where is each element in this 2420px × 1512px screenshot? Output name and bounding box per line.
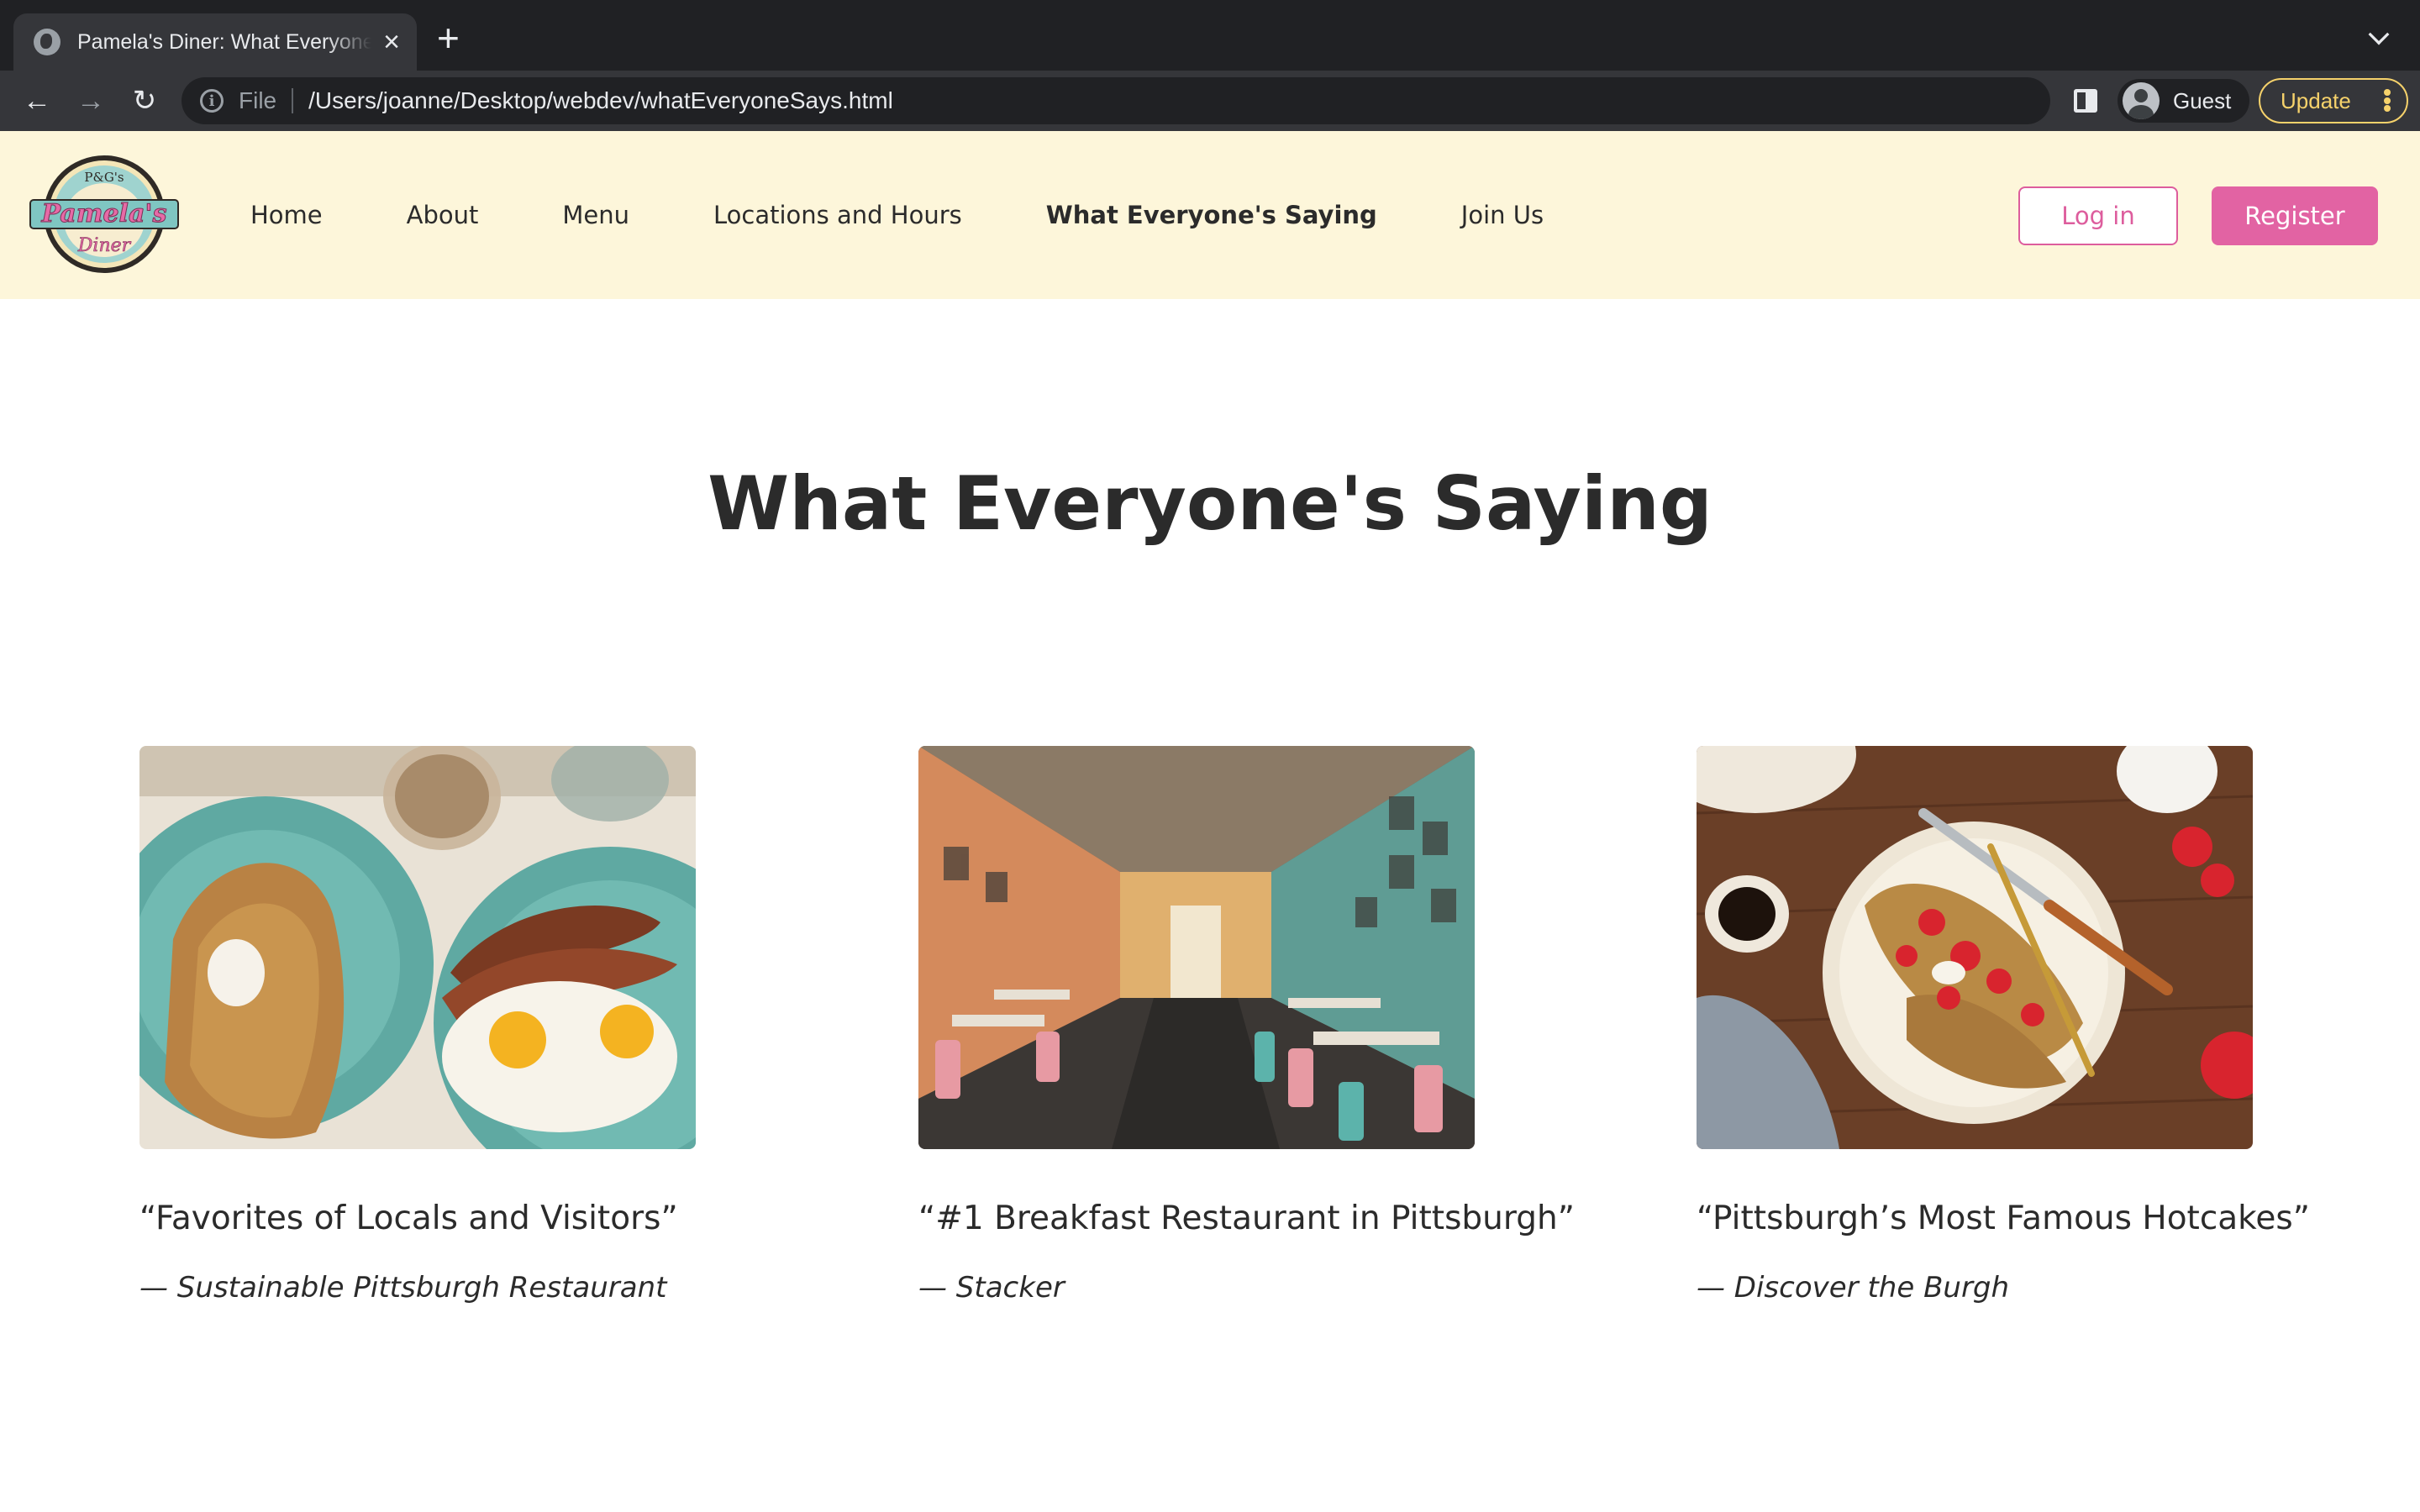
- testimonial-source: — Sustainable Pittsburgh Restaurant: [139, 1271, 667, 1305]
- browser-tab-strip: Pamela's Diner: What Everyone's Saying ×…: [0, 0, 2420, 71]
- tab-title: Pamela's Diner: What Everyone's Saying: [77, 29, 371, 54]
- testimonial-quote: “Pittsburgh’s Most Famous Hotcakes”: [1697, 1200, 2310, 1237]
- nav-join-us[interactable]: Join Us: [1461, 201, 1544, 229]
- testimonial-card: “Favorites of Locals and Visitors” — Sus…: [139, 746, 778, 1305]
- nav-about[interactable]: About: [407, 201, 479, 229]
- browser-tab[interactable]: Pamela's Diner: What Everyone's Saying ×: [13, 13, 417, 71]
- testimonial-quote: “#1 Breakfast Restaurant in Pittsburgh”: [918, 1200, 1575, 1237]
- close-tab-icon[interactable]: ×: [383, 28, 400, 56]
- diner-logo[interactable]: P&G's Pamela's Diner: [29, 153, 180, 276]
- site-header: P&G's Pamela's Diner Home About Menu Loc…: [0, 131, 2420, 299]
- login-button[interactable]: Log in: [2018, 186, 2178, 245]
- browser-toolbar: ← → ↻ i File /Users/joanne/Desktop/webde…: [0, 71, 2420, 131]
- logo-name-text: Pamela's: [41, 199, 167, 228]
- nav-locations-and-hours[interactable]: Locations and Hours: [713, 201, 962, 229]
- photo-diner-interior: [918, 746, 1475, 1149]
- globe-icon: [34, 29, 60, 55]
- side-panel-icon[interactable]: [2074, 89, 2097, 113]
- testimonial-card: “#1 Breakfast Restaurant in Pittsburgh” …: [918, 746, 1575, 1305]
- logo-top-text: P&G's: [84, 170, 124, 185]
- back-button[interactable]: ←: [18, 82, 55, 119]
- main-nav: Home About Menu Locations and Hours What…: [250, 131, 1628, 299]
- address-bar[interactable]: i File /Users/joanne/Desktop/webdev/what…: [182, 77, 2050, 124]
- forward-button[interactable]: →: [72, 82, 109, 119]
- nav-menu[interactable]: Menu: [562, 201, 629, 229]
- nav-home[interactable]: Home: [250, 201, 323, 229]
- page-title: What Everyone's Saying: [708, 460, 1712, 547]
- kebab-menu-icon[interactable]: • • •: [2383, 81, 2391, 120]
- new-tab-button[interactable]: +: [437, 18, 460, 57]
- testimonial-source: — Stacker: [918, 1271, 1065, 1305]
- testimonial-source: — Discover the Burgh: [1697, 1271, 2010, 1305]
- testimonial-card: “Pittsburgh’s Most Famous Hotcakes” — Di…: [1697, 746, 2335, 1305]
- url-text[interactable]: /Users/joanne/Desktop/webdev/whatEveryon…: [308, 87, 893, 114]
- profile-button[interactable]: Guest: [2118, 79, 2250, 123]
- logo-sub-text: Diner: [77, 235, 132, 256]
- register-button[interactable]: Register: [2212, 186, 2378, 245]
- chevron-down-icon[interactable]: [2368, 24, 2390, 45]
- info-icon[interactable]: i: [200, 89, 224, 113]
- photo-crepe-strawberries: [1697, 746, 2253, 1149]
- testimonial-quote: “Favorites of Locals and Visitors”: [139, 1200, 678, 1237]
- scheme-label: File: [239, 87, 277, 113]
- address-divider: [292, 88, 294, 113]
- profile-name: Guest: [2173, 87, 2232, 113]
- reload-button[interactable]: ↻: [126, 82, 163, 119]
- update-button[interactable]: Update • • •: [2259, 78, 2408, 123]
- photo-hotcakes-bacon-eggs: [139, 746, 696, 1149]
- nav-what-everyones-saying[interactable]: What Everyone's Saying: [1046, 201, 1377, 229]
- avatar-icon: [2123, 82, 2160, 119]
- update-label: Update: [2281, 87, 2351, 113]
